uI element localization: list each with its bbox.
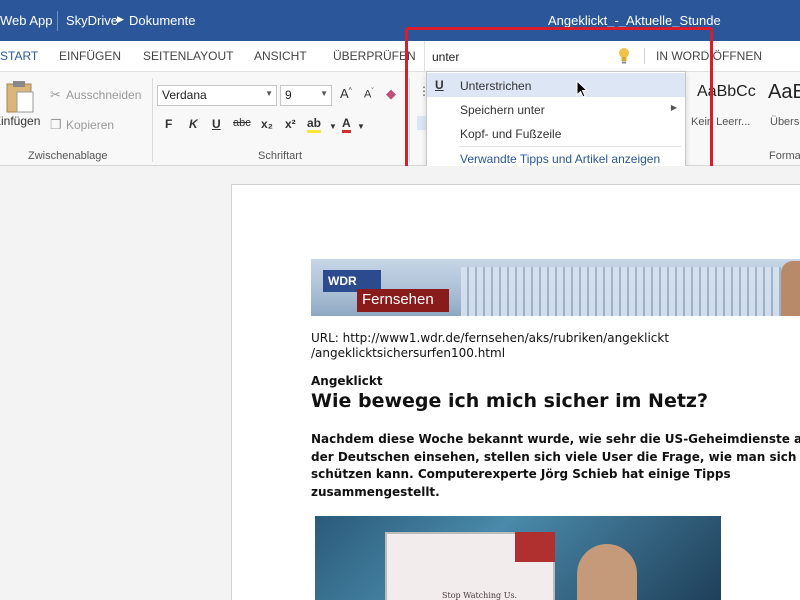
- font-size-select[interactable]: 9 ▼: [280, 85, 332, 106]
- cut-label: Ausschneiden: [66, 88, 142, 102]
- article-kicker: Angeklickt: [311, 374, 383, 388]
- presenter-image: [781, 261, 800, 316]
- font-size-value: 9: [285, 88, 292, 102]
- grow-font-icon[interactable]: A^: [340, 86, 352, 101]
- style-name-2: Übersc: [770, 116, 800, 128]
- font-name-value: Verdana: [162, 88, 207, 102]
- chevron-down-icon[interactable]: ▼: [329, 122, 337, 131]
- teaser-line: Nachdem diese Woche bekannt wurde, wie s…: [311, 432, 800, 446]
- group-divider: [152, 78, 153, 162]
- url-line: URL: http://www1.wdr.de/fernsehen/aks/ru…: [311, 331, 670, 345]
- strikethrough-button[interactable]: abc: [233, 117, 251, 129]
- teaser-line: der Deutschen einsehen, stellen sich vie…: [311, 449, 800, 464]
- breadcrumb-dokumente[interactable]: Dokumente: [129, 13, 195, 28]
- tab-insert[interactable]: EINFÜGEN: [59, 49, 121, 63]
- style-preview-2[interactable]: AaB: [768, 81, 800, 104]
- chevron-down-icon: ▼: [265, 89, 273, 98]
- underline-button[interactable]: U: [212, 117, 221, 131]
- tab-view[interactable]: ANSICHT: [254, 49, 307, 63]
- chevron-down-icon: ▼: [320, 89, 328, 98]
- breadcrumb-skydrive[interactable]: SkyDrive: [66, 13, 118, 28]
- copy-icon: ❐: [50, 117, 62, 132]
- shrink-font-icon[interactable]: Aˇ: [364, 88, 374, 101]
- article-photo: Stop Watching Us.: [315, 516, 721, 600]
- fernsehen-label: Fernsehen: [357, 289, 449, 312]
- italic-button[interactable]: K: [189, 117, 198, 131]
- url-line: /angeklicktsichersurfen100.html: [311, 346, 506, 360]
- document-page[interactable]: WDR Fernsehen URL: http://www1.wdr.de/fe…: [231, 184, 800, 600]
- breadcrumb-arrow-icon: ▶: [117, 14, 124, 24]
- tab-review[interactable]: ÜBERPRÜFEN: [333, 49, 416, 63]
- photo-caption: Stop Watching Us.: [442, 591, 518, 600]
- tab-start[interactable]: START: [0, 49, 38, 63]
- wdr-banner-image: WDR Fernsehen: [311, 259, 800, 316]
- scissors-icon: ✂: [50, 87, 61, 102]
- highlight-icon[interactable]: ab: [307, 117, 322, 133]
- clipboard-group-label: Zwischenablage: [28, 150, 108, 162]
- chevron-down-icon[interactable]: ▼: [357, 122, 365, 131]
- title-separator: [57, 11, 58, 31]
- article-teaser: Nachdem diese Woche bekannt wurde, wie s…: [311, 431, 800, 501]
- building-graphic: [461, 267, 781, 316]
- copy-label: Kopieren: [66, 118, 115, 132]
- article-headline: Wie bewege ich mich sicher im Netz?: [311, 390, 708, 412]
- font-name-select[interactable]: Verdana ▼: [157, 85, 277, 106]
- source-url: URL: http://www1.wdr.de/fernsehen/aks/ru…: [311, 331, 669, 361]
- copy-button[interactable]: ❐ Kopieren: [50, 117, 114, 133]
- app-name[interactable]: Web App: [0, 13, 53, 28]
- presenter-photo: [577, 544, 637, 600]
- photo-ribbon-graphic: [515, 532, 555, 562]
- subscript-button[interactable]: x₂: [261, 117, 273, 131]
- font-group-label: Schriftart: [258, 150, 303, 162]
- tab-page-layout[interactable]: SEITENLAYOUT: [143, 49, 233, 63]
- teaser-line: schützen kann. Computerexperte Jörg Schi…: [311, 467, 731, 481]
- clear-format-icon[interactable]: ◆: [386, 86, 396, 102]
- paste-icon[interactable]: [5, 80, 35, 114]
- paste-button[interactable]: Einfügen: [0, 114, 40, 128]
- superscript-button[interactable]: x²: [285, 117, 296, 131]
- document-title[interactable]: Angeklickt_-_Aktuelle_Stunde: [548, 13, 721, 28]
- teaser-line: zusammengestellt.: [311, 484, 440, 499]
- bold-button[interactable]: F: [165, 117, 172, 131]
- cut-button[interactable]: ✂ Ausschneiden: [50, 87, 141, 103]
- styles-group-label: Forma: [769, 150, 800, 162]
- font-color-icon[interactable]: A: [342, 117, 351, 133]
